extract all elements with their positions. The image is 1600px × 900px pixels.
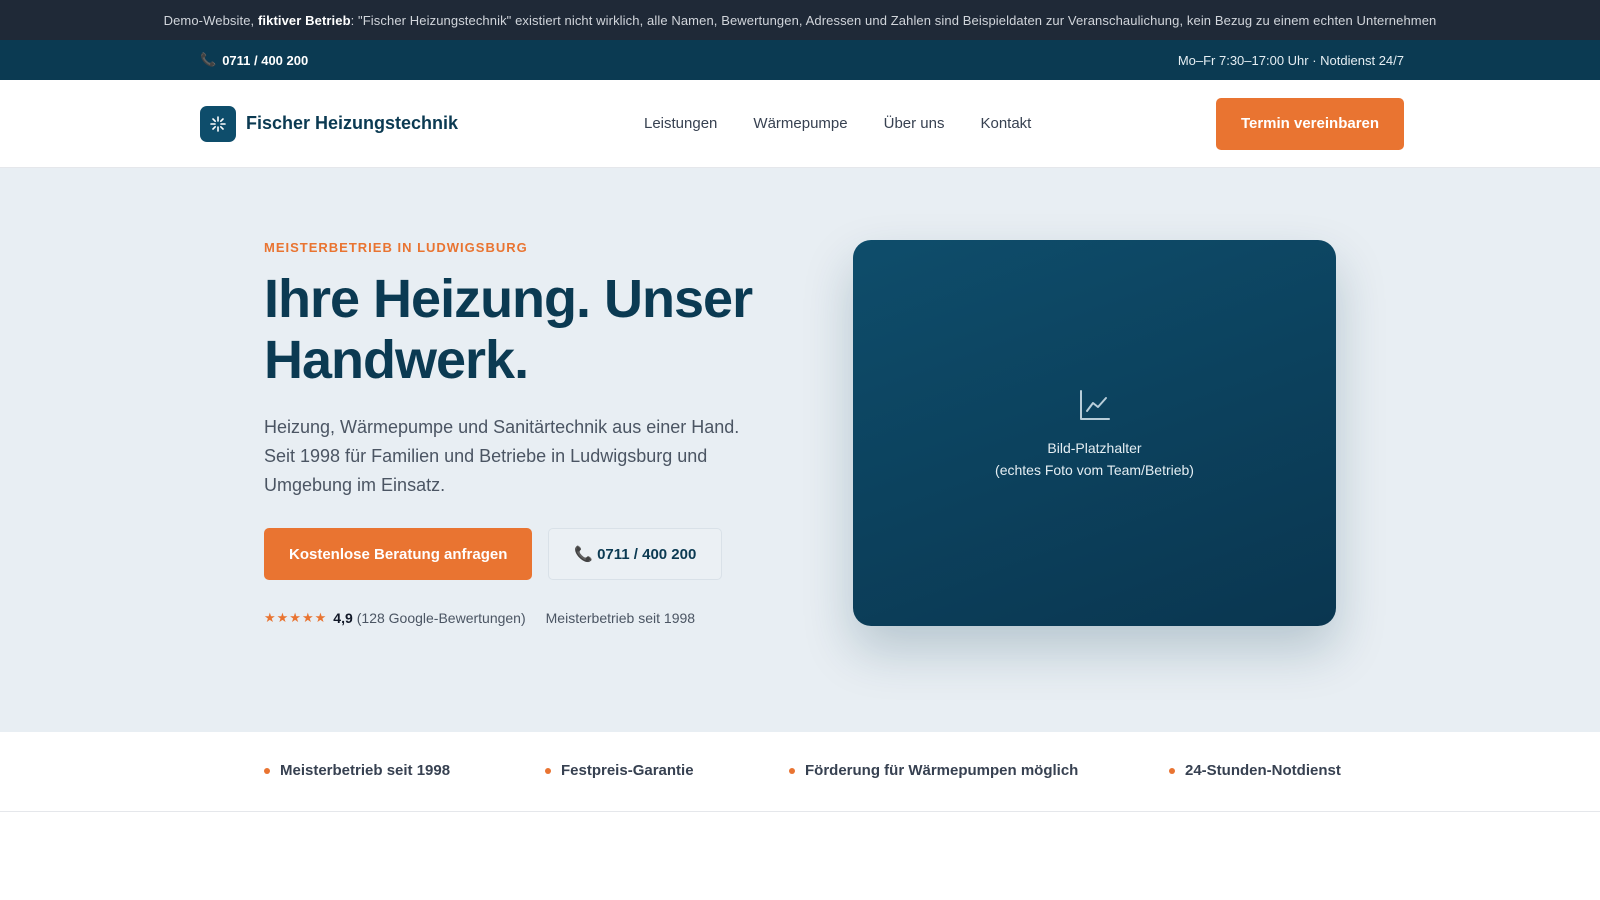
nav-waermepumpe[interactable]: Wärmepumpe (753, 115, 847, 132)
feature-label: Förderung für Wärmepumpen möglich (805, 762, 1079, 779)
bullet-dot-icon (789, 767, 795, 774)
sun-flame-icon (200, 105, 236, 142)
nav-kontakt[interactable]: Kontakt (980, 115, 1031, 132)
bullet-dot-icon (264, 767, 270, 774)
feature-item: Festpreis-Garantie (545, 762, 694, 779)
demo-notice-suffix: : "Fischer Heizungstechnik" existiert ni… (350, 12, 1437, 28)
hero-content: MEISTERBETRIEB IN LUDWIGSBURG Ihre Heizu… (264, 240, 784, 626)
feature-label: Festpreis-Garantie (561, 762, 694, 779)
master-since: Meisterbetrieb seit 1998 (545, 610, 696, 626)
feature-label: Meisterbetrieb seit 1998 (280, 762, 451, 779)
hero-buttons: Kostenlose Beratung anfragen 📞 0711 / 40… (264, 528, 784, 580)
placeholder-subtitle: (echtes Foto vom Team/Betrieb) (995, 462, 1194, 478)
feature-label: 24-Stunden-Notdienst (1185, 762, 1341, 779)
nav-ueber-uns[interactable]: Über uns (884, 115, 945, 132)
chart-line-icon (1079, 390, 1110, 420)
phone-icon: 📞 (200, 52, 217, 67)
feature-strip: Meisterbetrieb seit 1998 Festpreis-Garan… (0, 732, 1600, 812)
topbar-phone-number: 0711 / 400 200 (222, 52, 309, 68)
hero-headline: Ihre Heizung. Unser Handwerk. (264, 269, 753, 390)
nav-leistungen[interactable]: Leistungen (644, 115, 717, 132)
feature-item: 24-Stunden-Notdienst (1169, 762, 1341, 779)
bullet-dot-icon (1169, 767, 1175, 774)
topbar-phone-link[interactable]: 📞 0711 / 400 200 (200, 52, 308, 68)
main-header: Fischer Heizungstechnik Leistungen Wärme… (0, 80, 1600, 168)
feature-item: Förderung für Wärmepumpen möglich (789, 762, 1078, 779)
hero-lead: Heizung, Wärmepumpe und Sanitärtechnik a… (264, 417, 740, 495)
main-nav: Leistungen Wärmepumpe Über uns Kontakt (644, 115, 1031, 132)
bullet-dot-icon (545, 767, 551, 774)
feature-item: Meisterbetrieb seit 1998 (264, 762, 450, 779)
demo-notice-bold: fiktiver Betrieb (257, 12, 351, 28)
review-count: (128 Google-Bewertungen) (356, 610, 526, 626)
call-button-label: 0711 / 400 200 (597, 545, 697, 563)
hero-image-placeholder: Bild-Platzhalter (echtes Foto vom Team/B… (853, 240, 1336, 626)
brand-name: Fischer Heizungstechnik (246, 113, 459, 133)
opening-hours: Mo–Fr 7:30–17:00 Uhr · Notdienst 24/7 (1177, 52, 1404, 68)
star-rating-icon: ★★★★★ (264, 610, 328, 625)
demo-notice-prefix: Demo-Website, (163, 12, 255, 28)
call-button[interactable]: 📞 0711 / 400 200 (548, 528, 723, 580)
free-consultation-button[interactable]: Kostenlose Beratung anfragen (264, 528, 533, 580)
logo-link[interactable]: Fischer Heizungstechnik (200, 105, 459, 142)
book-appointment-button[interactable]: Termin vereinbaren (1216, 97, 1404, 150)
demo-notice-bar: Demo-Website, fiktiver Betrieb: "Fischer… (0, 0, 1600, 40)
placeholder-title: Bild-Platzhalter (1047, 440, 1142, 456)
top-info-bar: 📞 0711 / 400 200 Mo–Fr 7:30–17:00 Uhr · … (0, 40, 1600, 80)
hero-section: MEISTERBETRIEB IN LUDWIGSBURG Ihre Heizu… (0, 168, 1600, 732)
phone-icon: 📞 (574, 546, 594, 563)
hero-eyebrow: MEISTERBETRIEB IN LUDWIGSBURG (264, 240, 528, 255)
rating-score: 4,9 (333, 610, 353, 626)
rating-row: ★★★★★ 4,9 (128 Google-Bewertungen) Meist… (264, 610, 784, 626)
